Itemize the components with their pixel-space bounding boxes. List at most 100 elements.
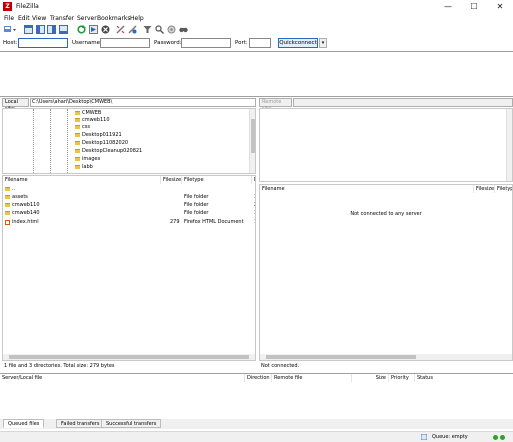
menu-bookmarks[interactable]: Bookmarks (97, 15, 131, 22)
scrollbar-thumb[interactable] (9, 355, 249, 359)
folder-icon (75, 140, 80, 145)
column-header-priority[interactable]: Priority (389, 374, 415, 382)
menu-server[interactable]: Server (77, 15, 97, 22)
folder-icon (5, 210, 12, 217)
search-icon[interactable] (155, 25, 164, 34)
tree-item[interactable]: labb (75, 164, 93, 170)
site-manager-icon[interactable] (4, 25, 16, 34)
column-header-server-local-file[interactable]: Server/Local file (0, 374, 245, 382)
tree-item[interactable]: Desktop011921 (75, 132, 122, 138)
remote-status: Not connected. (261, 363, 300, 369)
table-row[interactable]: cmweb140 File folder 1 (3, 210, 255, 217)
scrollbar-thumb[interactable] (251, 119, 255, 153)
file-type: Firefox HTML Document (184, 219, 244, 225)
toggle-local-tree-icon[interactable] (36, 25, 45, 34)
table-row[interactable]: index.html 279 Firefox HTML Document 1 (3, 219, 255, 226)
local-site-bar: Local site: C:\Users\ahari\Desktop\CMWEB… (2, 98, 256, 112)
remote-directory-tree (259, 108, 513, 182)
disconnect-icon[interactable] (116, 25, 125, 34)
tree-item[interactable]: Desktop11082020 (75, 140, 128, 146)
menu-file[interactable]: File (4, 15, 14, 22)
tree-line (67, 109, 68, 173)
port-input[interactable] (249, 38, 271, 48)
column-header-remote-file[interactable]: Remote file (272, 374, 352, 382)
table-row[interactable]: .. (3, 186, 255, 193)
folder-icon (75, 124, 80, 129)
folder-icon (75, 156, 80, 161)
title-bar: Z FileZilla — ☐ ✕ (0, 0, 513, 13)
tab-queued-files[interactable]: Queued files (3, 419, 45, 428)
folder-icon (75, 117, 80, 122)
close-button[interactable]: ✕ (487, 0, 513, 13)
username-input[interactable] (100, 38, 150, 48)
tree-scrollbar[interactable] (249, 109, 255, 173)
upload-led-icon (493, 435, 498, 440)
scrollbar-thumb[interactable] (266, 355, 416, 359)
file-name: .. (12, 186, 16, 192)
toggle-remote-tree-icon[interactable] (47, 25, 56, 34)
horizontal-scrollbar[interactable] (3, 354, 255, 360)
port-label: Port: (235, 40, 248, 46)
column-header-status[interactable]: Status (415, 374, 513, 382)
password-label: Password: (154, 40, 182, 46)
horizontal-scrollbar[interactable] (260, 354, 512, 360)
column-header-more[interactable]: L (252, 176, 255, 184)
minimize-button[interactable]: — (435, 0, 461, 13)
tree-item-label: DesktopCleanup020821 (82, 148, 143, 154)
file-type: File folder (184, 194, 209, 200)
folder-icon (75, 110, 80, 115)
table-row[interactable]: assets File folder 1 (3, 194, 255, 201)
file-extra: 1 (254, 219, 255, 226)
filezilla-icon: Z (3, 2, 12, 11)
column-header-filesize[interactable]: Filesize (161, 176, 182, 184)
tree-item[interactable]: cmweb110 (75, 117, 110, 123)
toggle-queue-icon[interactable] (59, 25, 68, 34)
column-header-filetype[interactable]: Filetype (182, 176, 252, 184)
remote-file-list: Filename Filesize Filetyp Not connected … (259, 184, 513, 361)
quickconnect-bar: Host: Username: Password: Port: Quickcon… (0, 37, 513, 50)
menu-view[interactable]: View (32, 15, 46, 22)
tree-line (50, 109, 51, 173)
refresh-icon[interactable] (77, 25, 86, 34)
tab-successful-transfers[interactable]: Successful transfers (101, 419, 162, 428)
password-input[interactable] (181, 38, 231, 48)
remote-path-input[interactable] (293, 98, 513, 107)
quickconnect-button[interactable]: Quickconnect (278, 38, 318, 48)
quickconnect-dropdown[interactable]: ▾ (319, 38, 327, 48)
process-queue-icon[interactable] (89, 25, 98, 34)
tree-item[interactable]: CMWEB (75, 110, 101, 116)
tree-item[interactable]: css (75, 124, 90, 130)
column-header-filetype[interactable]: Filetyp (495, 185, 512, 193)
file-type: File folder (184, 210, 209, 216)
column-header-filename[interactable]: Filename (3, 176, 161, 184)
directory-filter-icon[interactable] (143, 25, 152, 34)
local-path-input[interactable]: C:\Users\ahari\Desktop\CMWEB\ (30, 98, 256, 107)
compare-icon[interactable] (167, 25, 176, 34)
tree-item[interactable]: images (75, 156, 100, 162)
column-header-size[interactable]: Size (352, 374, 389, 382)
username-label: Username: (72, 40, 102, 46)
cancel-icon[interactable] (101, 25, 110, 34)
tree-item[interactable]: DesktopCleanup020821 (75, 148, 142, 154)
tab-failed-transfers[interactable]: Failed transfers (56, 419, 105, 428)
host-input[interactable] (18, 38, 68, 48)
local-status: 1 file and 3 directories. Total size: 27… (4, 363, 115, 369)
table-row[interactable]: cmweb110 File folder 2 (3, 202, 255, 209)
toggle-log-icon[interactable] (24, 25, 33, 34)
tree-line (33, 109, 34, 173)
menu-edit[interactable]: Edit (18, 15, 30, 22)
column-header-filename[interactable]: Filename (260, 185, 474, 193)
menu-help[interactable]: Help (130, 15, 144, 22)
find-files-icon[interactable] (179, 25, 188, 34)
folder-icon (75, 132, 80, 137)
file-type: File folder (184, 202, 209, 208)
tree-scrollbar[interactable] (506, 109, 512, 181)
folder-up-icon (5, 186, 12, 193)
tree-item-label: Desktop11082020 (82, 140, 129, 146)
menu-transfer[interactable]: Transfer (50, 15, 74, 22)
reconnect-icon[interactable] (128, 25, 137, 34)
maximize-button[interactable]: ☐ (461, 0, 487, 13)
column-header-direction[interactable]: Direction (245, 374, 272, 382)
queue-icon (420, 433, 428, 441)
column-header-filesize[interactable]: Filesize (474, 185, 495, 193)
